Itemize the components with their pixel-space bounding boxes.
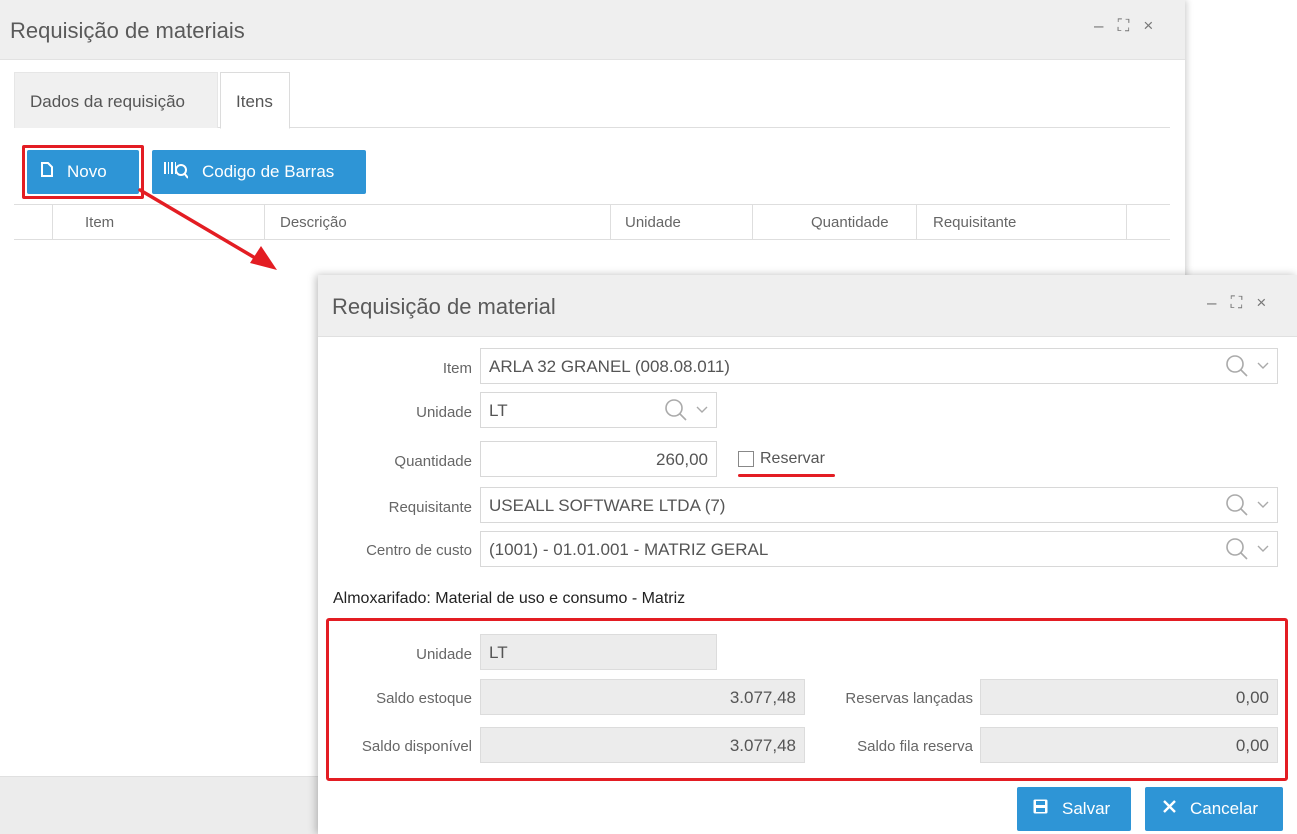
checkbox-box[interactable] bbox=[738, 451, 754, 467]
codigo-barras-button[interactable]: Codigo de Barras bbox=[152, 150, 366, 194]
quantidade-input[interactable]: 260,00 bbox=[480, 441, 717, 477]
dialog-titlebar: Requisição de material – ⛶ × bbox=[318, 275, 1297, 337]
tab-bar: Dados da requisição Itens bbox=[14, 72, 1170, 129]
centro-custo-label: Centro de custo bbox=[366, 542, 472, 559]
grid-col-item[interactable]: Item bbox=[52, 205, 264, 239]
grid-col-descricao[interactable]: Descrição bbox=[264, 205, 610, 239]
grid-col-select[interactable] bbox=[14, 205, 52, 239]
barcode-icon bbox=[164, 161, 189, 184]
search-icon[interactable] bbox=[1225, 354, 1249, 378]
grid-col-extra bbox=[1126, 205, 1170, 239]
unidade-lookup-field[interactable]: LT bbox=[480, 392, 717, 428]
minimize-icon[interactable]: – bbox=[1207, 293, 1216, 313]
centro-custo-value: (1001) - 01.01.001 - MATRIZ GERAL bbox=[489, 540, 769, 559]
quantidade-label: Quantidade bbox=[394, 453, 472, 470]
grid-col-unidade[interactable]: Unidade bbox=[610, 205, 752, 239]
floppy-disk-icon bbox=[1033, 799, 1048, 819]
close-icon[interactable]: × bbox=[1143, 16, 1153, 36]
novo-button-highlight bbox=[22, 145, 144, 199]
item-lookup-field[interactable]: ARLA 32 GRANEL (008.08.011) bbox=[480, 348, 1278, 384]
back-window-title: Requisição de materiais bbox=[10, 18, 245, 43]
reservar-label[interactable]: Reservar bbox=[760, 450, 825, 468]
chevron-down-icon[interactable] bbox=[1257, 501, 1269, 509]
item-label: Item bbox=[442, 360, 472, 377]
cancelar-button-label: Cancelar bbox=[1190, 799, 1259, 818]
requisitante-value: USEALL SOFTWARE LTDA (7) bbox=[489, 496, 726, 515]
almoxarifado-annotation-box bbox=[326, 618, 1288, 781]
reservar-annotation-underline bbox=[738, 474, 835, 477]
back-window-controls: – ⛶ × bbox=[1094, 16, 1153, 36]
item-value: ARLA 32 GRANEL (008.08.011) bbox=[489, 357, 730, 376]
chevron-down-icon[interactable] bbox=[696, 406, 708, 414]
requisitante-label: Requisitante bbox=[388, 499, 472, 516]
grid-col-quantidade[interactable]: Quantidade bbox=[752, 205, 916, 239]
search-icon[interactable] bbox=[1225, 493, 1249, 517]
search-icon[interactable] bbox=[1225, 537, 1249, 561]
cancelar-button[interactable]: Cancelar bbox=[1145, 787, 1283, 831]
salvar-button-label: Salvar bbox=[1062, 799, 1111, 818]
centro-custo-lookup-field[interactable]: (1001) - 01.01.001 - MATRIZ GERAL bbox=[480, 531, 1278, 567]
dialog-title: Requisição de material bbox=[332, 294, 556, 319]
unidade-label: Unidade bbox=[416, 404, 472, 421]
tab-itens[interactable]: Itens bbox=[220, 72, 290, 129]
search-icon[interactable] bbox=[664, 398, 688, 422]
codigo-barras-button-label: Codigo de Barras bbox=[202, 162, 335, 181]
minimize-icon[interactable]: – bbox=[1094, 16, 1103, 36]
tab-dados-requisicao[interactable]: Dados da requisição bbox=[14, 72, 218, 128]
close-icon bbox=[1163, 800, 1176, 818]
almoxarifado-section-title: Almoxarifado: Material de uso e consumo … bbox=[333, 590, 686, 607]
chevron-down-icon[interactable] bbox=[1257, 362, 1269, 370]
requisitante-lookup-field[interactable]: USEALL SOFTWARE LTDA (7) bbox=[480, 487, 1278, 523]
back-window-titlebar: Requisição de materiais – ⛶ × bbox=[0, 0, 1185, 60]
maximize-icon[interactable]: ⛶ bbox=[1230, 293, 1242, 313]
grid-col-requisitante[interactable]: Requisitante bbox=[916, 205, 1126, 239]
items-grid-header: Item Descrição Unidade Quantidade Requis… bbox=[14, 204, 1170, 240]
unidade-value: LT bbox=[489, 401, 508, 420]
salvar-button[interactable]: Salvar bbox=[1017, 787, 1131, 831]
dialog-controls: – ⛶ × bbox=[1207, 293, 1266, 313]
reservar-checkbox[interactable]: Reservar bbox=[738, 450, 825, 468]
maximize-icon[interactable]: ⛶ bbox=[1117, 16, 1129, 36]
chevron-down-icon[interactable] bbox=[1257, 545, 1269, 553]
close-icon[interactable]: × bbox=[1256, 293, 1266, 313]
